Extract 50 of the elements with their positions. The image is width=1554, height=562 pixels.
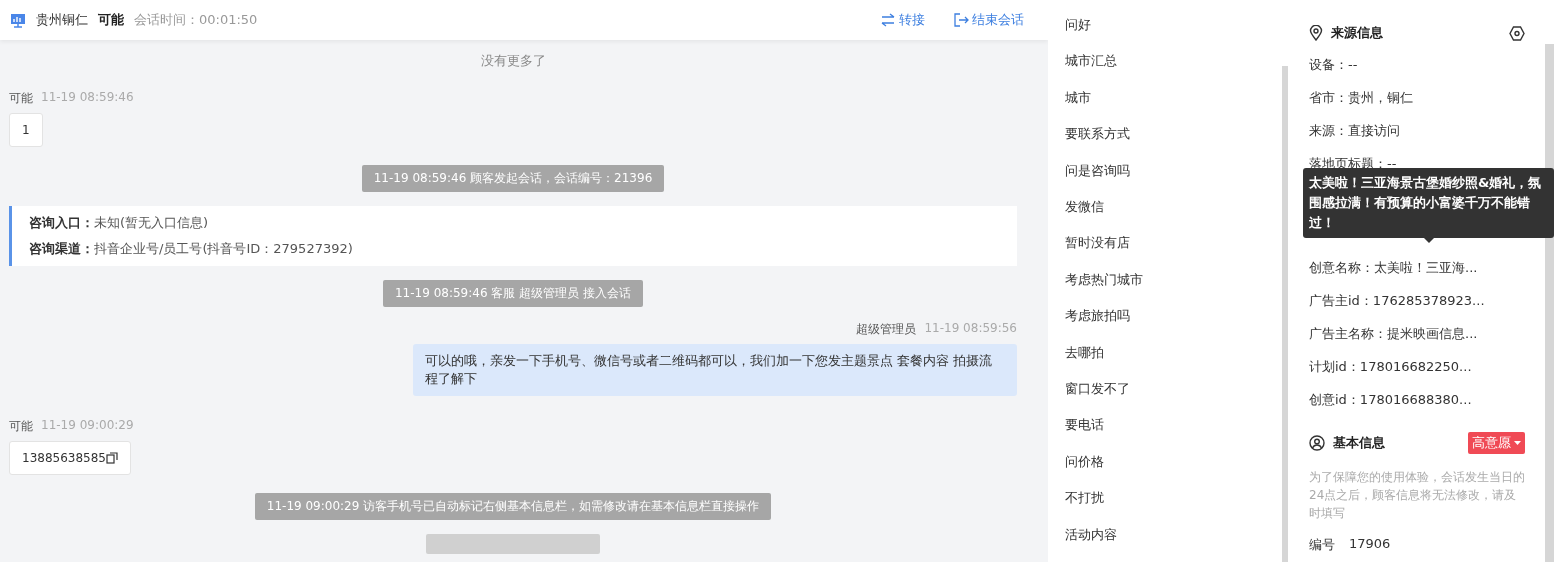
quick-reply-item[interactable]: 城市汇总 — [1048, 52, 1280, 89]
tooltip: 太美啦！三亚海景古堡婚纱照&婚礼，氛围感拉满！有预算的小富婆千万不能错过！ — [1303, 168, 1554, 243]
message-time: 11-19 08:59:46 — [41, 90, 134, 106]
message-time: 11-19 09:00:29 — [41, 418, 134, 434]
section-title: 基本信息 — [1333, 434, 1385, 452]
notice-text: 为了保障您的使用体验，会话发生当日的24点之后，顾客信息将无法修改，请及时填写 — [1309, 469, 1525, 522]
quick-reply-item[interactable]: 发微信 — [1048, 198, 1280, 235]
sender-name: 可能 — [9, 90, 33, 107]
info-row: 创意id：178016688380... — [1309, 392, 1472, 407]
info-row: 来源：直接访问 — [1309, 123, 1400, 138]
message-bubble: 1 — [9, 113, 43, 147]
intent-dropdown[interactable]: 高意愿 — [1468, 432, 1525, 454]
quick-reply-item[interactable]: 问好 — [1048, 16, 1280, 53]
quick-reply-item[interactable]: 窗口发不了 — [1048, 380, 1280, 417]
visitor-location: 贵州铜仁 — [36, 11, 88, 29]
system-message: 11-19 08:59:46 顾客发起会话，会话编号：21396 — [361, 165, 665, 192]
end-session-button[interactable]: 结束会话 — [953, 11, 1024, 29]
message-bubble: 13885638585 — [9, 441, 131, 475]
info-row: 广告主名称：提米映画信息... — [1309, 326, 1478, 341]
section-title: 来源信息 — [1331, 24, 1383, 42]
system-message: 11-19 09:00:29 访客手机号已自动标记右侧基本信息栏，如需修改请在基本信息栏直接操作 — [254, 493, 772, 520]
quick-reply-item[interactable]: 城市 — [1048, 88, 1280, 126]
quick-reply-item[interactable]: 要联系方式 — [1048, 125, 1280, 162]
field-label: 编号 — [1309, 536, 1335, 554]
message-bubble: 可以的哦，亲发一下手机号、微信号或者二维码都可以，我们加一下您发主题景点 套餐内容 拍摄流程了解下 — [413, 344, 1017, 396]
quick-reply-item[interactable]: 暂时没有店 — [1048, 234, 1280, 271]
sender-name: 可能 — [9, 418, 33, 435]
info-line: 咨询渠道：抖音企业号/员工号(抖音号ID：279527392) — [29, 240, 354, 258]
message-time: 11-19 08:59:56 — [924, 321, 1017, 337]
field-value: 17906 — [1349, 536, 1391, 553]
quick-reply-item[interactable]: 考虑旅拍吗 — [1048, 307, 1280, 344]
info-line: 咨询入口：未知(暂无入口信息) — [29, 214, 210, 232]
visitor-name: 可能 — [98, 11, 124, 29]
info-row: 设备：-- — [1309, 57, 1358, 72]
sender-name: 超级管理员 — [856, 321, 917, 338]
quick-reply-item[interactable]: 去哪拍 — [1048, 343, 1280, 381]
quick-reply-item[interactable]: 问价格 — [1048, 452, 1280, 490]
quick-reply-item[interactable]: 活动内容 — [1048, 525, 1280, 562]
quick-reply-item[interactable]: 不打扰 — [1048, 489, 1280, 526]
quick-reply-item[interactable]: 考虑热门城市 — [1048, 270, 1280, 308]
quick-reply-item[interactable]: 问是咨询吗 — [1048, 161, 1280, 199]
info-row: 广告主id：176285378923... — [1309, 293, 1485, 308]
info-row: 创意名称：太美啦！三亚海... — [1309, 260, 1478, 275]
transfer-button[interactable]: 转接 — [880, 11, 925, 29]
info-row: 计划id：178016682250... — [1309, 359, 1472, 374]
system-message: 11-19 08:59:46 客服 超级管理员 接入会话 — [383, 280, 643, 307]
no-more-label: 没有更多了 — [480, 52, 546, 70]
info-row: 省市：贵州，铜仁 — [1309, 90, 1413, 105]
quick-reply-item[interactable]: 要电话 — [1048, 416, 1280, 453]
session-time: 会话时间：00:01:50 — [134, 11, 258, 29]
